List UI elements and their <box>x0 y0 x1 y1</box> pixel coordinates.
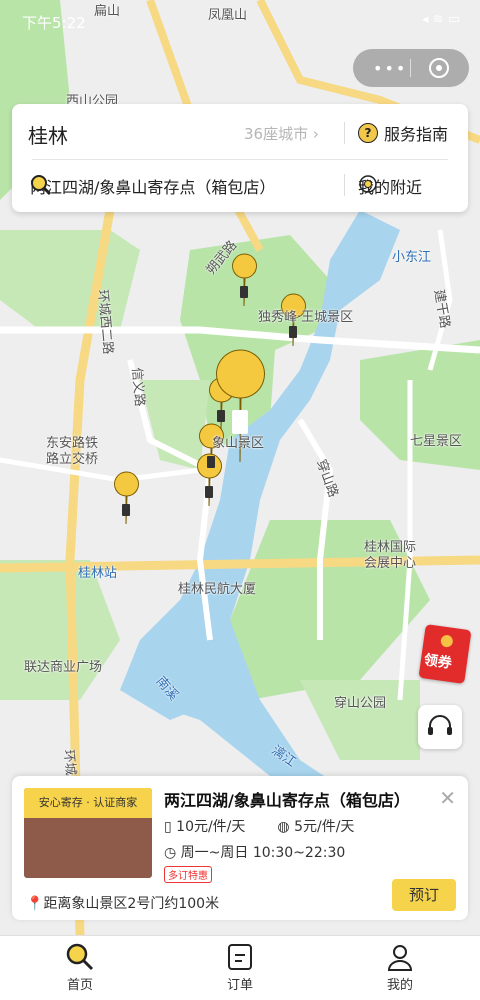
coupon-button[interactable]: 领券 <box>418 624 472 684</box>
headset-icon <box>428 715 452 735</box>
city-count-link[interactable]: 36座城市 › <box>244 123 319 144</box>
tab-bar: 首页 订单 我的 <box>0 935 480 1000</box>
tab-profile[interactable]: 我的 <box>360 940 440 993</box>
customer-service-button[interactable] <box>418 705 462 749</box>
map-label: 象山景区 <box>212 436 265 451</box>
map-label: 小东江 <box>392 250 432 265</box>
search-icon <box>66 943 94 971</box>
service-guide-button[interactable]: ? 服务指南 <box>358 121 448 145</box>
map-label: 联达商业广场 <box>24 660 103 675</box>
user-icon <box>387 945 413 971</box>
order-icon <box>228 944 252 970</box>
nearby-button[interactable]: 我的附近 <box>358 174 422 198</box>
tab-home[interactable]: 首页 <box>40 940 120 993</box>
price-large-bag: ▯ 10元/件/天 <box>164 819 246 835</box>
map-label: 东安路铁路立交桥 <box>46 436 99 467</box>
opening-hours: ◷ 周一~周日 10:30~22:30 <box>164 845 346 861</box>
store-tag: 安心寄存 · 认证商家 <box>24 788 152 818</box>
tab-orders[interactable]: 订单 <box>200 940 280 993</box>
map-label: 凤凰山 <box>208 8 248 23</box>
search-query: 两江四湖/象鼻山寄存点（箱包店） <box>30 178 276 197</box>
store-title: 两江四湖/象鼻山寄存点（箱包店） <box>164 791 410 810</box>
close-miniapp-icon[interactable] <box>429 58 449 78</box>
map-label: 独秀峰·王城景区 <box>258 310 354 325</box>
map-label: 七星景区 <box>410 434 463 449</box>
search-input[interactable]: 两江四湖/象鼻山寄存点（箱包店） <box>30 174 275 198</box>
promo-badge: 多订特惠 <box>164 866 212 883</box>
map-label: 桂林民航大厦 <box>178 582 257 597</box>
status-icons: ◂ ≋ ▭ <box>422 12 460 27</box>
search-icon <box>31 175 52 196</box>
more-icon[interactable]: ••• <box>373 59 407 78</box>
question-icon: ? <box>358 123 378 143</box>
map-label: 信义路 <box>128 367 147 408</box>
map-label: 桂林站 <box>78 566 118 581</box>
city-name[interactable]: 桂林 <box>28 120 68 149</box>
map-label: 扁山 <box>94 4 121 19</box>
distance-text: 📍距离象山景区2号门约100米 <box>26 896 220 912</box>
map-label: 桂林国际会展中心 <box>364 540 417 571</box>
book-button[interactable]: 预订 <box>392 879 456 911</box>
store-card[interactable]: 安心寄存 · 认证商家 两江四湖/象鼻山寄存点（箱包店） ✕ ▯ 10元/件/天… <box>12 776 468 920</box>
close-icon[interactable]: ✕ <box>439 786 456 810</box>
status-time: 下午5:22 <box>22 14 86 32</box>
coupon-label: 领券 <box>422 652 453 672</box>
miniapp-capsule[interactable]: ••• <box>353 49 469 87</box>
search-card: 桂林 36座城市 › ? 服务指南 两江四湖/象鼻山寄存点（箱包店） 我的附近 <box>12 104 468 212</box>
locate-icon <box>359 175 377 193</box>
price-small-bag: ◍ 5元/件/天 <box>277 819 355 835</box>
map-label: 穿山公园 <box>334 696 387 711</box>
store-photo: 安心寄存 · 认证商家 <box>24 788 152 878</box>
